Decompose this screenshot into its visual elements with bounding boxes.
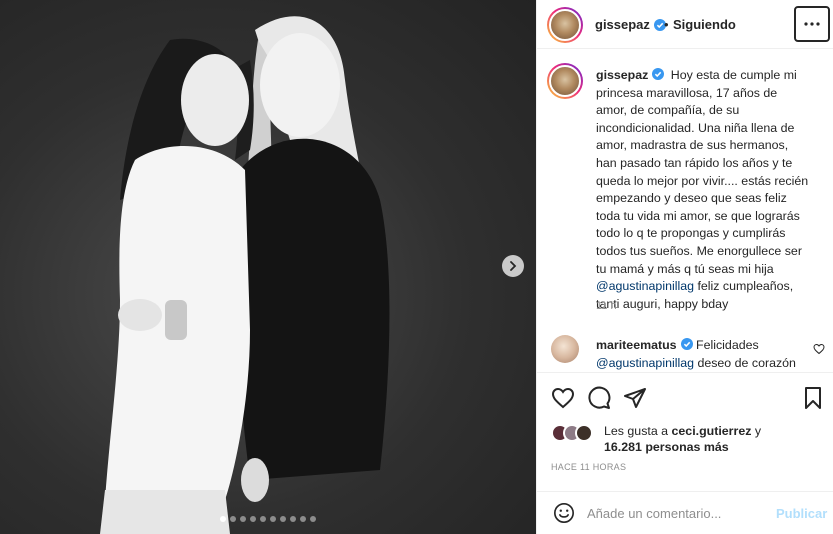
emoji-icon[interactable] bbox=[553, 502, 575, 524]
verified-icon bbox=[680, 338, 693, 350]
carousel-dot bbox=[290, 516, 296, 522]
likes-text: Les gusta a ceci.gutierrez y 16.281 pers… bbox=[604, 423, 761, 455]
caption-avatar[interactable] bbox=[547, 63, 583, 99]
caption-mention-link[interactable]: @agustinapinillag bbox=[596, 279, 694, 293]
post-actions bbox=[537, 372, 833, 422]
caption-time: 11 h bbox=[596, 300, 617, 312]
caption-tail-text: feliz cumpleaños, bbox=[694, 279, 794, 294]
caption-username[interactable]: gissepaz bbox=[596, 68, 648, 82]
avatar[interactable] bbox=[547, 7, 583, 43]
likes-count-link[interactable]: 16.281 personas más bbox=[604, 440, 729, 454]
carousel-dot bbox=[280, 516, 286, 522]
chevron-right-icon bbox=[510, 261, 517, 271]
separator-dot: • bbox=[664, 17, 669, 32]
likes-prefix: Les gusta a bbox=[604, 424, 672, 438]
post-timestamp[interactable]: HACE 11 HORAS bbox=[551, 462, 626, 472]
add-comment-bar: Publicar bbox=[537, 491, 833, 534]
carousel-dot bbox=[250, 516, 256, 522]
carousel-dot bbox=[220, 516, 226, 522]
carousel-indicator bbox=[0, 516, 536, 522]
more-options-button[interactable] bbox=[794, 6, 830, 42]
post-details-panel: gissepaz • Siguiendo gissepaz Hoy esta d… bbox=[536, 0, 833, 534]
comment-text-end: deseo de corazón bbox=[694, 355, 796, 370]
comment-input[interactable] bbox=[587, 502, 767, 524]
carousel-dot bbox=[270, 516, 276, 522]
likes-conjunction: y bbox=[751, 424, 762, 438]
caption-text: Hoy esta de cumple mi princesa maravillo… bbox=[596, 68, 809, 276]
post-photo bbox=[0, 0, 536, 534]
next-image-button[interactable] bbox=[502, 255, 524, 277]
carousel-dot bbox=[230, 516, 236, 522]
carousel-dot bbox=[240, 516, 246, 522]
verified-icon bbox=[652, 68, 665, 80]
carousel-dot bbox=[300, 516, 306, 522]
carousel-dot bbox=[310, 516, 316, 522]
username-text[interactable]: gissepaz bbox=[595, 17, 650, 32]
publish-button[interactable]: Publicar bbox=[776, 506, 827, 521]
heart-icon[interactable] bbox=[551, 386, 575, 410]
post-caption: gissepaz Hoy esta de cumple mi princesa … bbox=[596, 67, 824, 313]
liker-avatar[interactable] bbox=[575, 424, 593, 442]
more-options-icon bbox=[804, 22, 820, 26]
comment-like-icon[interactable] bbox=[813, 343, 825, 355]
first-liker-link[interactable]: ceci.gutierrez bbox=[672, 424, 752, 438]
comment-username[interactable]: mariteematus bbox=[596, 338, 677, 352]
post-media[interactable] bbox=[0, 0, 536, 534]
share-icon[interactable] bbox=[623, 386, 647, 410]
post-header: gissepaz • Siguiendo bbox=[537, 0, 833, 49]
comment-avatar[interactable] bbox=[551, 335, 579, 363]
photo-figures bbox=[100, 16, 390, 534]
likes-summary: Les gusta a ceci.gutierrez y 16.281 pers… bbox=[551, 422, 831, 458]
carousel-dot bbox=[260, 516, 266, 522]
bookmark-icon[interactable] bbox=[801, 386, 825, 410]
author-username[interactable]: gissepaz bbox=[595, 17, 666, 32]
comment-text: Felicidades bbox=[692, 338, 759, 352]
following-button[interactable]: Siguiendo bbox=[673, 17, 736, 32]
comment-mention-link[interactable]: @agustinapinillag bbox=[596, 356, 694, 370]
comment-icon[interactable] bbox=[587, 386, 611, 410]
comment-item: mariteematus Felicidades @agustinapinilla… bbox=[596, 337, 811, 372]
